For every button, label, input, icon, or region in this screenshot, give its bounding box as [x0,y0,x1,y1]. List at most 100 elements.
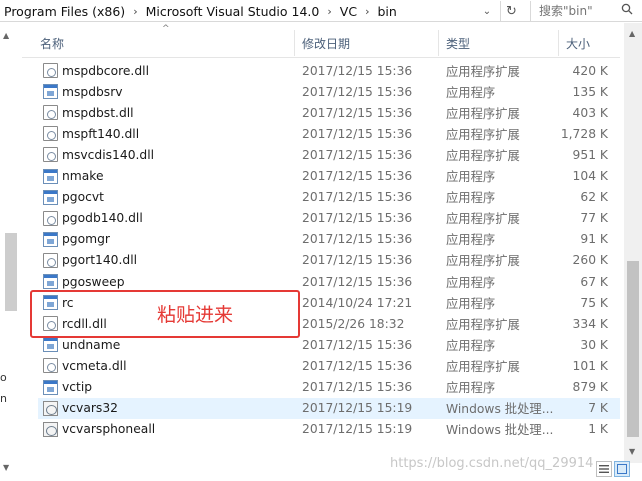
file-name: undname [62,337,121,352]
breadcrumb-visual-studio[interactable]: Microsoft Visual Studio 14.0 [142,4,324,19]
breadcrumb-separator-icon[interactable]: › [323,5,335,18]
file-size: 7 K [588,401,608,416]
file-row[interactable]: mspdbst.dll 2017/12/15 15:36 应用程序扩展 403 K [38,102,620,123]
file-name: pgomgr [62,232,110,247]
file-modified-date: 2017/12/15 15:36 [302,380,413,394]
nav-scroll-up-icon[interactable]: ▲ [3,31,9,40]
breadcrumb-separator-icon[interactable]: › [129,5,141,18]
file-modified-date: 2015/2/26 18:32 [302,316,405,331]
file-type: 应用程序扩展 [446,106,520,121]
file-name: msvcdis140.dll [62,147,155,162]
file-row[interactable]: vcvarsphoneall 2017/12/15 15:19 Windows 批处… [38,419,620,440]
file-row[interactable]: mspdbcore.dll 2017/12/15 15:36 应用程序扩展 420 K [38,60,620,81]
file-modified-date: 2017/12/15 15:19 [302,422,413,437]
nav-scrollbar-thumb[interactable] [5,233,17,311]
vertical-scrollbar[interactable]: ▲ ▼ [624,23,642,463]
file-modified-date: 2017/12/15 15:36 [302,126,413,141]
file-type: 应用程序 [446,170,496,184]
file-type: 应用程序 [446,296,496,311]
exe-icon [43,379,58,395]
file-size: 62 K [580,190,608,205]
file-row[interactable]: msvcdis140.dll 2017/12/15 15:36 应用程序扩展 951 … [38,144,620,165]
dll-icon [43,147,58,163]
file-size: 334 K [572,316,608,331]
refresh-icon[interactable]: ↻ [500,1,522,21]
file-type: 应用程序 [446,85,496,100]
column-name[interactable]: 名称 [40,28,64,58]
file-type: 应用程序扩展 [446,148,520,163]
file-type: 应用程序扩展 [446,254,520,269]
search-box[interactable] [530,1,642,21]
file-row[interactable]: pgosweep 2017/12/15 15:36 应用程序 67 K [38,271,620,292]
breadcrumb-bin[interactable]: bin [373,4,400,19]
file-type: 应用程序 [446,275,496,290]
file-size: 75 K [580,295,608,310]
file-modified-date: 2017/12/15 15:36 [302,358,413,373]
column-divider[interactable] [294,30,295,56]
nav-scroll-down-icon[interactable]: ▼ [3,463,9,472]
search-icon[interactable] [617,3,637,19]
dll-icon [43,358,58,374]
file-type: 应用程序扩展 [446,127,520,142]
file-size: 77 K [580,211,608,226]
large-icons-view-icon[interactable] [614,461,630,477]
file-size: 67 K [580,274,608,289]
bat-icon [43,400,58,416]
file-size: 420 K [572,63,608,78]
file-modified-date: 2017/12/15 15:36 [302,337,413,352]
file-row[interactable]: mspft140.dll 2017/12/15 15:36 应用程序扩展 1,728 … [38,123,620,144]
file-type: 应用程序扩展 [446,212,520,227]
file-row[interactable]: nmake 2017/12/15 15:36 应用程序 104 K [38,166,620,187]
breadcrumb: Program Files (x86) › Microsoft Visual S… [0,0,401,22]
file-name: vcvarsphoneall [62,422,156,437]
address-dropdown-icon[interactable]: ⌄ [478,0,496,22]
file-row[interactable]: vctip 2017/12/15 15:36 应用程序 879 K [38,377,620,398]
address-bar[interactable]: Program Files (x86) › Microsoft Visual S… [0,0,642,22]
column-divider[interactable] [438,30,439,56]
file-size: 1,728 K [560,126,608,141]
file-row[interactable]: mspdbsrv 2017/12/15 15:36 应用程序 135 K [38,81,620,102]
details-view-icon[interactable] [596,461,612,477]
file-row[interactable]: pgomgr 2017/12/15 15:36 应用程序 91 K [38,229,620,250]
file-type: Windows 批处理... [446,423,554,438]
breadcrumb-program-files[interactable]: Program Files (x86) [0,4,129,19]
exe-icon [43,337,58,353]
breadcrumb-separator-icon[interactable]: › [361,5,373,18]
file-modified-date: 2017/12/15 15:36 [302,105,413,120]
file-modified-date: 2017/12/15 15:36 [302,147,413,162]
breadcrumb-vc[interactable]: VC [336,4,361,19]
scrollbar-thumb[interactable] [627,261,639,437]
file-name: pgocvt [62,190,104,205]
column-header: ^ 名称 修改日期 类型 大小 [22,24,620,58]
file-row[interactable]: pgocvt 2017/12/15 15:36 应用程序 62 K [38,187,620,208]
exe-icon [43,189,58,205]
scroll-up-icon[interactable]: ▲ [629,29,635,38]
file-modified-date: 2017/12/15 15:36 [302,84,413,99]
file-row[interactable]: pgodb140.dll 2017/12/15 15:36 应用程序扩展 77 K [38,208,620,229]
dll-icon [43,63,58,78]
bat-icon [43,421,58,437]
column-divider[interactable] [558,30,559,56]
view-toggle-group [596,461,630,477]
file-modified-date: 2017/12/15 15:36 [302,63,413,78]
dll-icon [43,252,58,268]
annotation-label: 粘贴进来 [157,304,234,326]
file-name: pgosweep [62,274,125,289]
file-modified-date: 2017/12/15 15:36 [302,253,413,268]
exe-icon [43,274,58,289]
column-type[interactable]: 类型 [446,28,470,58]
file-row[interactable]: vcvars32 2017/12/15 15:19 Windows 批处理... 7 … [38,397,620,419]
file-name: vcvars32 [62,401,118,416]
file-name: mspdbsrv [62,84,123,99]
file-row[interactable]: pgort140.dll 2017/12/15 15:36 应用程序扩展 260 K [38,250,620,271]
column-size[interactable]: 大小 [566,28,590,58]
scroll-down-icon[interactable]: ▼ [629,447,635,456]
file-name: mspdbcore.dll [62,63,149,78]
file-type: 应用程序扩展 [446,317,520,332]
file-modified-date: 2017/12/15 15:36 [302,211,413,226]
file-size: 30 K [580,337,608,352]
file-row[interactable]: vcmeta.dll 2017/12/15 15:36 应用程序扩展 101 K [38,355,620,376]
nav-text-fragment: n [0,392,7,405]
column-modified[interactable]: 修改日期 [302,28,350,58]
search-input[interactable] [531,2,617,20]
